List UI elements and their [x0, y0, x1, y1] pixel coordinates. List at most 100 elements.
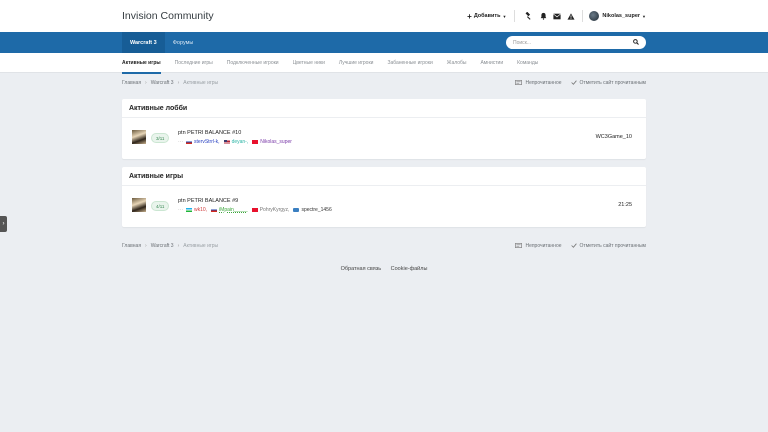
chevron-right-icon: › — [145, 80, 147, 86]
check-icon — [570, 79, 577, 87]
site-header: Invision Community + Добавить ▼ Nikolas_… — [0, 0, 768, 32]
breadcrumb-home[interactable]: Главная — [122, 243, 141, 249]
ellipsis-icon: ··· — [178, 207, 183, 213]
player-name: PohryKyrgyz, — [259, 207, 290, 213]
footer-links: Обратная связь Cookie-файлы — [0, 266, 768, 272]
subnav-teams[interactable]: Команды — [517, 53, 538, 73]
user-icon-group — [518, 10, 584, 22]
search-icon[interactable] — [633, 38, 639, 47]
subnav-banned-players[interactable]: Забаненные игроки — [387, 53, 432, 73]
slots-badge: 3/11 — [151, 133, 170, 143]
game-time: 21:25 — [618, 202, 632, 208]
warning-icon[interactable] — [564, 12, 578, 20]
sidebar-toggle[interactable]: › — [0, 216, 7, 232]
player[interactable]: stervStrrl-k, — [186, 139, 220, 145]
player-name: wk10, — [194, 207, 208, 213]
subnav-connected-players[interactable]: Подключенные игроки — [227, 53, 279, 73]
chevron-right-icon: › — [145, 243, 147, 249]
check-icon — [570, 242, 577, 250]
slots-badge: 4/11 — [151, 201, 170, 211]
envelope-icon[interactable] — [550, 13, 564, 20]
player[interactable]: wk10, — [186, 207, 207, 213]
footer-cookies-link[interactable]: Cookie-файлы — [391, 266, 428, 272]
search-input[interactable] — [513, 39, 633, 46]
player[interactable]: spectre_1456 — [293, 207, 332, 213]
breadcrumb-current: Активные игры — [183, 80, 219, 86]
flag-icon — [211, 208, 218, 212]
avatar — [589, 11, 600, 21]
flag-icon — [251, 208, 258, 212]
breadcrumb-current: Активные игры — [183, 243, 219, 249]
unread-icon — [515, 242, 523, 250]
game-name[interactable]: ptn PETRI BALANCE #9 — [178, 198, 238, 204]
gavel-icon[interactable] — [522, 12, 536, 20]
flag-icon — [223, 140, 230, 144]
flag-icon — [186, 208, 192, 212]
site-logo[interactable]: Invision Community — [122, 10, 214, 22]
mark-read-label: Отметить сайт прочитанным — [579, 243, 646, 249]
subnav-colored-nicks[interactable]: Цветные ники — [293, 53, 325, 73]
primary-nav: Warcraft 3 Форумы — [0, 32, 768, 53]
search-box — [506, 36, 646, 49]
subnav-amnesties[interactable]: Амнистии — [480, 53, 503, 73]
chevron-right-icon: › — [177, 243, 180, 249]
player[interactable]: deyan-, — [223, 139, 249, 145]
bell-icon[interactable] — [536, 12, 550, 20]
card-title: Активные игры — [122, 167, 646, 186]
subnav-recent-games[interactable]: Последние игры — [175, 53, 213, 73]
mark-read-label: Отметить сайт прочитанным — [579, 80, 646, 86]
game-avatar — [132, 198, 146, 212]
player[interactable]: iMpain_____ — [211, 207, 248, 213]
breadcrumb-bottom: Главная › Warcraft 3 › Активные игры Неп… — [122, 241, 646, 251]
subnav-complaints[interactable]: Жалобы — [447, 53, 467, 73]
user-actions: + Добавить ▼ Nikolas_super ▼ — [467, 9, 646, 23]
subnav-active-games[interactable]: Активные игры — [122, 53, 161, 74]
active-lobbies-card: Активные лобби 3/11 ptn PETRI BALANCE #1… — [122, 99, 646, 159]
game-host: WC3Game_10 — [595, 134, 632, 140]
chevron-right-icon: › — [2, 221, 5, 227]
breadcrumb-warcraft3[interactable]: Warcraft 3 — [151, 243, 174, 249]
tab-warcraft3[interactable]: Warcraft 3 — [122, 32, 165, 53]
chevron-down-icon: ▼ — [642, 13, 646, 19]
flag-icon — [186, 140, 192, 144]
secondary-nav: Активные игры Последние игры Подключенны… — [0, 53, 768, 74]
list-item[interactable]: 3/11 ptn PETRI BALANCE #10 ··· stervStrr… — [122, 118, 646, 158]
flag-icon — [252, 140, 259, 144]
chevron-down-icon: ▼ — [502, 13, 507, 19]
player-name: Nikolas_super — [260, 139, 292, 145]
username: Nikolas_super — [602, 13, 641, 19]
player[interactable]: PohryKyrgyz, — [251, 207, 290, 213]
player-name: iMpain_____ — [219, 207, 248, 213]
unread-link[interactable]: Непрочитанное — [515, 242, 562, 250]
breadcrumb-warcraft3[interactable]: Warcraft 3 — [151, 80, 174, 86]
primary-nav-tabs: Warcraft 3 Форумы — [122, 32, 201, 53]
game-name[interactable]: ptn PETRI BALANCE #10 — [178, 130, 241, 136]
player-list: ··· stervStrrl-k, deyan-, Nikolas_super — [178, 139, 296, 145]
player-name: deyan-, — [231, 139, 249, 145]
mark-read-link[interactable]: Отметить сайт прочитанным — [570, 242, 646, 250]
footer-feedback-link[interactable]: Обратная связь — [341, 266, 382, 272]
card-title: Активные лобби — [122, 99, 646, 118]
ellipsis-icon: ··· — [178, 139, 183, 145]
create-menu-button[interactable]: + Добавить ▼ — [467, 10, 516, 22]
player-name: stervStrrl-k, — [194, 139, 220, 145]
unread-label: Непрочитанное — [525, 243, 562, 249]
user-menu-button[interactable]: Nikolas_super ▼ — [589, 11, 646, 21]
breadcrumb-home[interactable]: Главная — [122, 80, 141, 86]
create-label: Добавить — [473, 13, 501, 19]
player-list: ··· wk10, iMpain_____ PohryKyrgyz, spect… — [178, 207, 336, 213]
mark-read-link[interactable]: Отметить сайт прочитанным — [570, 79, 646, 87]
breadcrumb-actions: Непрочитанное Отметить сайт прочитанным — [506, 242, 646, 250]
subnav-top-players[interactable]: Лучшие игроки — [339, 53, 374, 73]
unread-icon — [515, 79, 523, 87]
player[interactable]: Nikolas_super — [252, 139, 292, 145]
flag-icon — [293, 208, 300, 212]
tab-forums[interactable]: Форумы — [165, 32, 202, 53]
list-item[interactable]: 4/11 ptn PETRI BALANCE #9 ··· wk10, iMpa… — [122, 186, 646, 226]
unread-link[interactable]: Непрочитанное — [515, 79, 562, 87]
player-name: spectre_1456 — [301, 207, 332, 213]
plus-icon: + — [467, 11, 472, 21]
secondary-nav-items: Активные игры Последние игры Подключенны… — [122, 53, 552, 74]
game-avatar — [132, 130, 146, 144]
breadcrumb-actions: Непрочитанное Отметить сайт прочитанным — [506, 79, 646, 87]
